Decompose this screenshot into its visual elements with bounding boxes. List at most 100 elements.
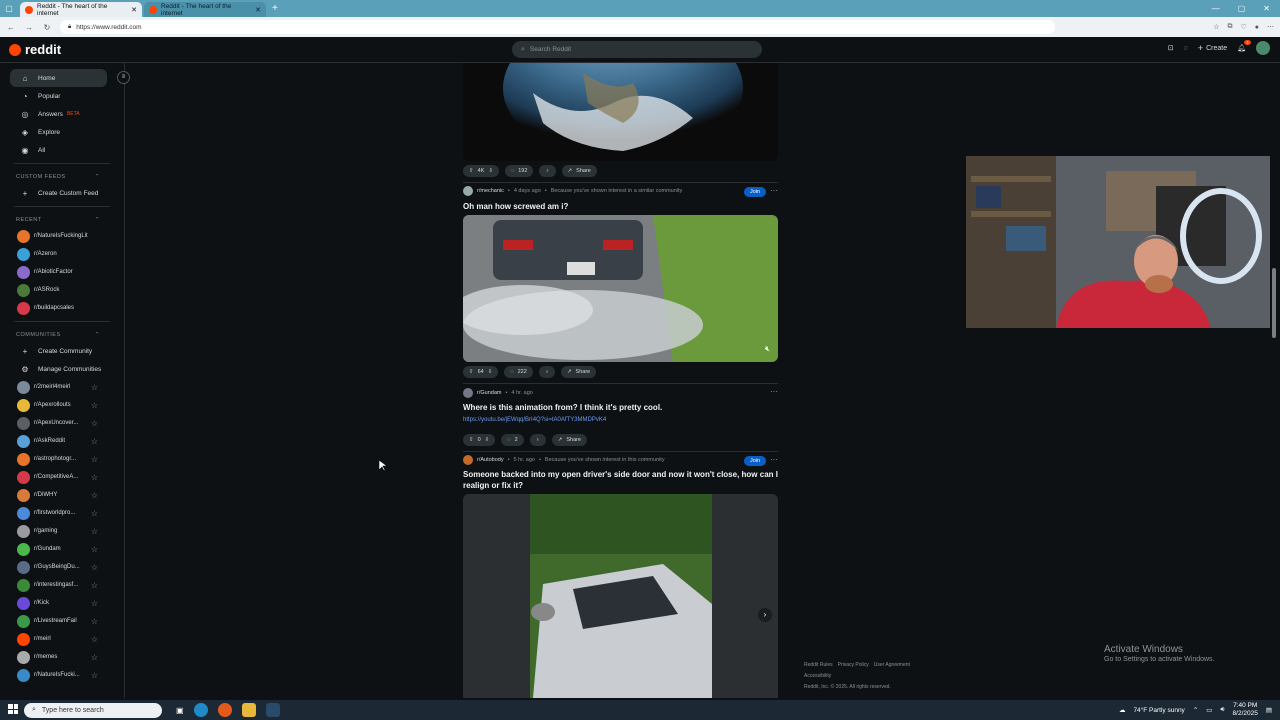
volume-icon[interactable]: 🔊︎ — [1220, 706, 1224, 714]
more-options-icon[interactable]: ⋯ — [770, 186, 778, 195]
post-image-earth[interactable] — [463, 63, 778, 161]
chat-icon[interactable]: ◌ — [1184, 45, 1188, 52]
subreddit-link[interactable]: r/mechanic — [477, 188, 504, 194]
extensions-icon[interactable]: ⧉ — [1227, 23, 1232, 31]
forward-icon[interactable]: → — [24, 23, 34, 32]
recent-community-item[interactable]: r/NatureIsFuckingLit — [0, 227, 124, 245]
share-button[interactable]: ↗ Share — [560, 366, 597, 378]
post-gallery[interactable]: › — [463, 494, 778, 698]
user-avatar[interactable] — [1256, 41, 1270, 55]
browser-tab-2[interactable]: Reddit - The heart of the internet ✕ — [144, 2, 266, 17]
scrollbar-thumb[interactable] — [1272, 268, 1276, 338]
steam-app-icon[interactable] — [265, 703, 280, 717]
create-community[interactable]: + Create Community — [0, 342, 124, 360]
new-tab-icon[interactable]: + — [272, 3, 278, 14]
community-item[interactable]: r/GuysBeingDu... ☆ — [0, 558, 124, 576]
favorite-star-icon[interactable]: ☆ — [91, 545, 98, 554]
network-icon[interactable]: ▭ — [1206, 706, 1212, 714]
favorite-star-icon[interactable]: ☆ — [91, 617, 98, 626]
next-image-icon[interactable]: › — [758, 608, 772, 622]
url-bar[interactable]: 🔒︎ https://www.reddit.com — [60, 20, 1056, 34]
community-item[interactable]: r/NatureIsFucki... ☆ — [0, 666, 124, 684]
comments-button[interactable]: ◌ 222 — [504, 366, 533, 378]
favorite-star-icon[interactable]: ☆ — [91, 401, 98, 410]
mute-icon[interactable]: 🔇︎ — [765, 344, 770, 354]
manage-communities[interactable]: ⚙ Manage Communities — [0, 360, 124, 378]
vote-control[interactable]: ⇧ 0 ⇩ — [463, 434, 496, 446]
community-item[interactable]: r/gaming ☆ — [0, 522, 124, 540]
favorite-star-icon[interactable]: ☆ — [91, 653, 98, 662]
browser-tab-1[interactable]: Reddit - The heart of the internet ✕ — [20, 2, 142, 17]
collapse-sidebar-icon[interactable]: ≡ — [117, 71, 130, 84]
collections-icon[interactable]: ♡ — [1240, 23, 1246, 31]
downvote-icon[interactable]: ⇩ — [488, 168, 493, 174]
recent-header[interactable]: RECENT ⌃ — [0, 213, 124, 227]
community-item[interactable]: r/LivestreamFail ☆ — [0, 612, 124, 630]
favorite-star-icon[interactable]: ☆ — [91, 473, 98, 482]
community-item[interactable]: r/astrophotogr... ☆ — [0, 450, 124, 468]
more-options-icon[interactable]: ⋯ — [770, 455, 778, 464]
refresh-icon[interactable]: ↻ — [42, 23, 52, 32]
maximize-icon[interactable]: ▢ — [1238, 4, 1246, 13]
communities-header[interactable]: COMMUNITIES ⌃ — [0, 328, 124, 342]
vote-control[interactable]: ⇧ 64 ⇩ — [463, 366, 499, 378]
edge-app-icon[interactable] — [193, 703, 208, 717]
post-image-car-smoke[interactable]: 🔇︎ — [463, 215, 778, 362]
share-button[interactable]: ↗ Share — [561, 165, 597, 177]
community-item[interactable]: r/memes ☆ — [0, 648, 124, 666]
favorite-star-icon[interactable]: ☆ — [91, 527, 98, 536]
community-item[interactable]: r/Apexrollouts ☆ — [0, 396, 124, 414]
search-input[interactable]: ⌕ Search Reddit — [512, 41, 762, 58]
advertise-icon[interactable]: ⊡ — [1168, 44, 1174, 52]
window-menu-icon[interactable]: ▢ — [0, 4, 18, 13]
weather-text[interactable]: 74°F Partly sunny — [1133, 707, 1184, 714]
subreddit-avatar[interactable] — [463, 186, 473, 196]
downvote-icon[interactable]: ⇩ — [485, 437, 490, 443]
file-explorer-app-icon[interactable] — [241, 703, 256, 717]
post-title[interactable]: Someone backed into my open driver's sid… — [463, 469, 778, 491]
upvote-icon[interactable]: ⇧ — [469, 369, 474, 375]
community-item[interactable]: r/AskReddit ☆ — [0, 432, 124, 450]
notifications-icon[interactable]: 🔔︎ 1 — [1237, 40, 1251, 52]
firefox-app-icon[interactable] — [217, 703, 232, 717]
subreddit-avatar[interactable] — [463, 455, 473, 465]
nav-all[interactable]: ◉ All — [0, 141, 124, 159]
favorite-star-icon[interactable]: ☆ — [91, 599, 98, 608]
favorite-star-icon[interactable]: ☆ — [91, 383, 98, 392]
favorite-star-icon[interactable]: ☆ — [91, 491, 98, 500]
favorite-star-icon[interactable]: ☆ — [91, 455, 98, 464]
recent-community-item[interactable]: r/Azeron — [0, 245, 124, 263]
favorite-star-icon[interactable]: ☆ — [91, 509, 98, 518]
minimize-icon[interactable]: — — [1212, 4, 1220, 13]
award-button[interactable]: ♁ — [539, 165, 556, 177]
footer-link-user-agreement[interactable]: User Agreement — [874, 660, 910, 671]
post-link[interactable]: https://youtu.be/jEWqq/BrI4Q?si=tA0AfTY3… — [463, 417, 606, 423]
create-custom-feed[interactable]: + Create Custom Feed — [0, 184, 124, 202]
subreddit-avatar[interactable] — [463, 388, 473, 398]
favorite-star-icon[interactable]: ☆ — [91, 635, 98, 644]
nav-popular[interactable]: ◔ Popular — [0, 87, 124, 105]
subreddit-link[interactable]: r/Autobody — [477, 457, 504, 463]
back-icon[interactable]: ← — [6, 23, 16, 32]
community-item[interactable]: r/CompetitiveA... ☆ — [0, 468, 124, 486]
reddit-logo[interactable]: reddit — [9, 42, 61, 57]
community-item[interactable]: r/Gundam ☆ — [0, 540, 124, 558]
community-item[interactable]: r/2meirl4meirl ☆ — [0, 378, 124, 396]
close-window-icon[interactable]: ✕ — [1263, 4, 1270, 13]
favorite-star-icon[interactable]: ☆ — [91, 437, 98, 446]
award-button[interactable]: ♁ — [529, 434, 546, 446]
taskbar-search[interactable]: ⌕ Type here to search — [24, 702, 162, 718]
recent-community-item[interactable]: r/buildapcsales — [0, 299, 124, 317]
downvote-icon[interactable]: ⇩ — [488, 369, 493, 375]
more-options-icon[interactable]: ⋯ — [770, 387, 778, 396]
tray-chevron-icon[interactable]: ⌃ — [1193, 706, 1198, 714]
nav-home[interactable]: ⌂ Home — [10, 69, 107, 87]
page-scrollbar[interactable] — [1272, 63, 1278, 698]
create-button[interactable]: + Create — [1198, 43, 1227, 53]
notification-center-icon[interactable]: ▤ — [1266, 706, 1272, 714]
community-item[interactable]: r/Kick ☆ — [0, 594, 124, 612]
star-favorite-icon[interactable]: ☆ — [1213, 23, 1219, 31]
footer-link-accessibility[interactable]: Accessibility — [804, 671, 910, 682]
community-item[interactable]: r/DiWHY ☆ — [0, 486, 124, 504]
award-button[interactable]: ♁ — [538, 366, 555, 378]
